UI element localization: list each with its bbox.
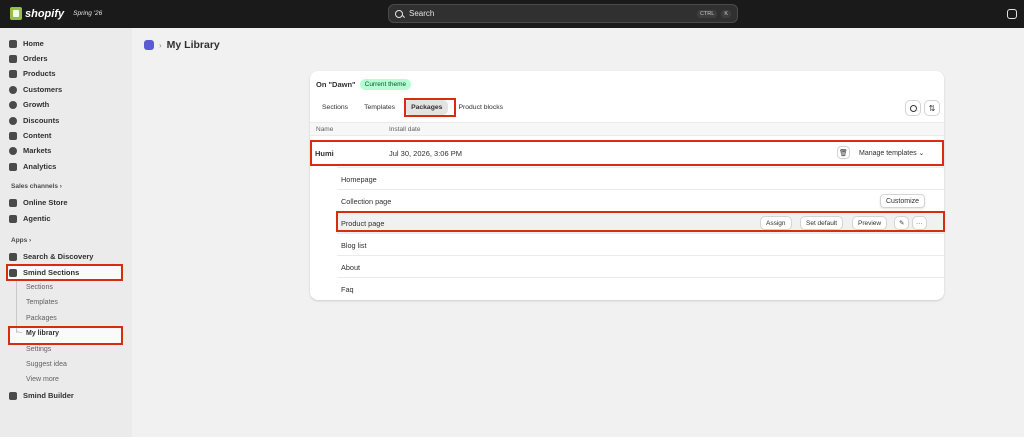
home-icon (9, 39, 17, 48)
keyboard-shortcut: CTRL K (696, 9, 731, 18)
customize-tooltip: Customize (880, 194, 925, 208)
person-icon (9, 85, 17, 94)
column-name: Name (316, 126, 334, 133)
search-button[interactable] (905, 100, 921, 116)
packages-tab-annotation (404, 98, 456, 117)
search-placeholder: Search (409, 9, 435, 18)
product-page-row-annotation (336, 211, 945, 232)
tab-product-blocks[interactable]: Product blocks (452, 100, 509, 115)
sidebar-item-analytics[interactable]: Analytics (9, 160, 56, 173)
breadcrumb: › My Library (144, 39, 220, 51)
bar-chart-icon (9, 162, 17, 171)
template-row[interactable]: Faq (337, 277, 944, 299)
sidebar-item-smind-builder[interactable]: Smind Builder (9, 389, 74, 402)
template-row[interactable]: About (337, 255, 944, 277)
discount-icon (9, 116, 17, 125)
apps-heading[interactable]: Apps › (11, 237, 31, 244)
smind-sections-annotation (6, 264, 123, 281)
app-icon[interactable] (144, 40, 154, 50)
tab-sections[interactable]: Sections (316, 100, 354, 115)
theme-name: On "Dawn" (316, 80, 356, 89)
sidebar-item-orders[interactable]: Orders (9, 52, 48, 65)
sort-button[interactable]: ⇅ (924, 100, 940, 116)
smind-builder-icon (9, 391, 17, 400)
tag-icon (9, 69, 17, 78)
sort-icon: ⇅ (928, 103, 936, 113)
sidebar-item-online-store[interactable]: Online Store (9, 196, 68, 209)
tab-templates[interactable]: Templates (358, 100, 401, 115)
brand-name: shopify (25, 7, 65, 20)
top-bar: shopify Spring '26 Search CTRL K (0, 0, 1024, 28)
sidebar-item-growth[interactable]: Growth (9, 98, 49, 111)
chevron-right-icon: › (159, 40, 162, 50)
sidebar-item-search-discovery[interactable]: Search & Discovery (9, 250, 93, 263)
store-icon[interactable] (1007, 9, 1017, 19)
search-icon (909, 104, 917, 112)
sidebar-item-agentic[interactable]: Agentic (9, 212, 51, 225)
agentic-icon (9, 214, 17, 223)
subnav-sections[interactable]: Sections (26, 284, 53, 291)
theme-header: On "Dawn" Current theme (316, 79, 412, 90)
column-install-date: Install date (389, 126, 421, 133)
edition-label: Spring '26 (73, 10, 103, 17)
shopify-logo[interactable]: shopify Spring '26 (10, 7, 102, 20)
shopify-bag-icon (10, 7, 22, 20)
template-row[interactable]: Blog list (337, 233, 944, 255)
sidebar-item-products[interactable]: Products (9, 67, 56, 80)
search-icon (395, 9, 403, 18)
my-library-annotation (8, 326, 123, 345)
subnav-view-more[interactable]: View more (26, 376, 59, 383)
package-row-annotation (310, 140, 944, 166)
subnav-packages[interactable]: Packages (26, 315, 57, 322)
sidebar-item-markets[interactable]: Markets (9, 144, 51, 157)
page-title: My Library (166, 39, 220, 51)
store-icon (9, 198, 17, 207)
current-theme-badge: Current theme (359, 79, 412, 90)
content-icon (9, 131, 17, 140)
table-header: Name Install date (310, 122, 944, 136)
search-discovery-icon (9, 252, 17, 261)
sidebar-item-discounts[interactable]: Discounts (9, 114, 59, 127)
growth-icon (9, 100, 17, 109)
sales-channels-heading[interactable]: Sales channels › (11, 183, 62, 190)
template-row[interactable]: Collection page (337, 189, 944, 211)
subnav-templates[interactable]: Templates (26, 299, 58, 306)
subnav-suggest-idea[interactable]: Suggest idea (26, 361, 67, 368)
sidebar-item-customers[interactable]: Customers (9, 83, 62, 96)
sidebar-item-home[interactable]: Home (9, 37, 44, 50)
orders-icon (9, 54, 17, 63)
template-row[interactable]: Homepage (337, 167, 944, 189)
sidebar-item-content[interactable]: Content (9, 129, 51, 142)
subnav-settings[interactable]: Settings (26, 346, 51, 353)
globe-icon (9, 146, 17, 155)
search-input[interactable]: Search CTRL K (388, 4, 738, 23)
